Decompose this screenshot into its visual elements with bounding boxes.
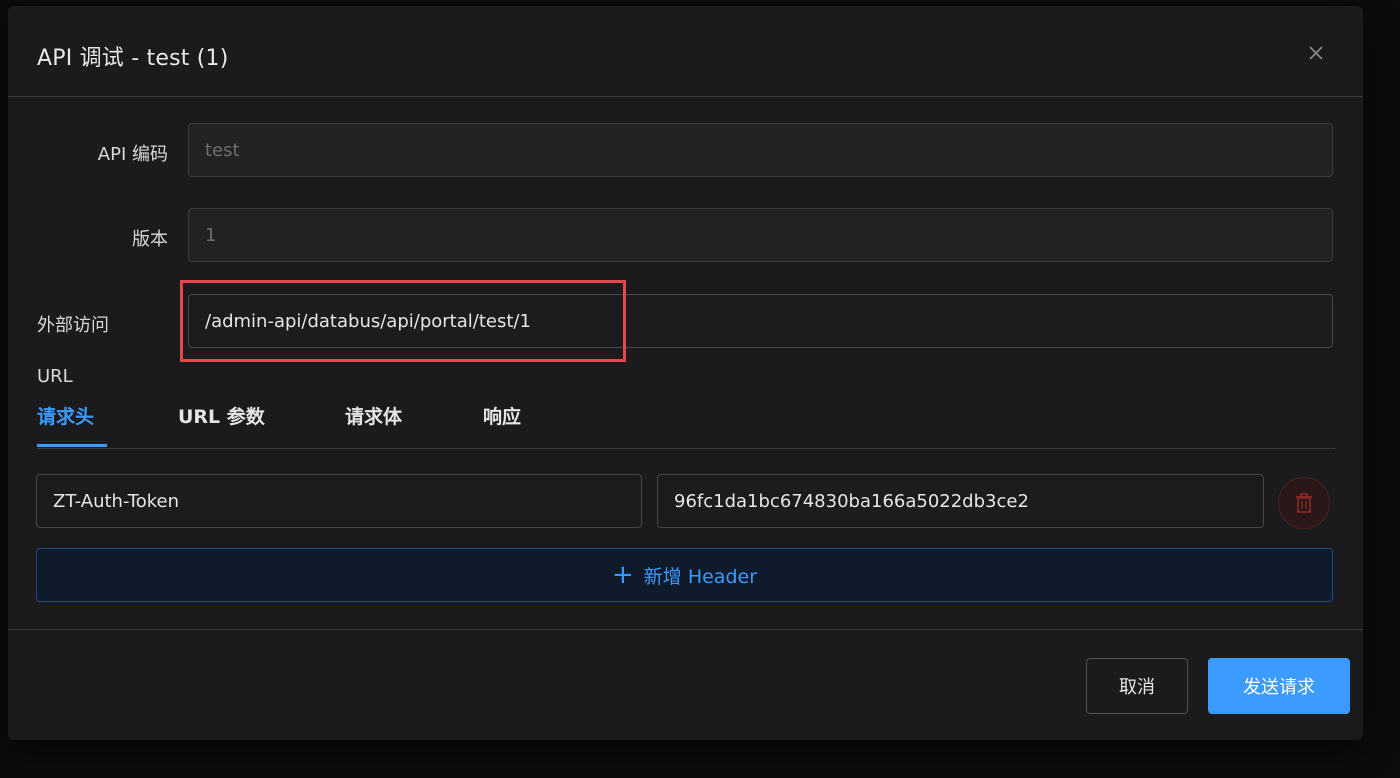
close-icon [1309, 46, 1323, 60]
tab-headers[interactable]: 请求头 [37, 402, 94, 429]
send-request-button[interactable]: 发送请求 [1208, 658, 1350, 714]
active-tab-indicator [37, 444, 107, 447]
version-input[interactable]: 1 [188, 208, 1333, 262]
dialog-title: API 调试 - test (1) [37, 46, 229, 71]
add-header-button[interactable]: + 新增 Header [36, 548, 1333, 602]
close-button[interactable] [1305, 42, 1327, 64]
external-url-label-line2: URL [37, 366, 73, 387]
api-code-input[interactable]: test [188, 123, 1333, 177]
screen: API 调试 - test (1) API 编码 test 版本 1 外部访问 … [0, 0, 1400, 778]
api-debug-dialog: API 调试 - test (1) API 编码 test 版本 1 外部访问 … [8, 6, 1363, 740]
request-tabs: 请求头 URL 参数 请求体 响应 [37, 398, 1335, 449]
api-code-label: API 编码 [97, 144, 168, 165]
external-url-label-line1: 外部访问 [37, 315, 109, 336]
plus-icon: + [611, 560, 634, 590]
version-label: 版本 [132, 229, 168, 250]
tab-response[interactable]: 响应 [483, 402, 521, 429]
header-value-input[interactable]: 96fc1da1bc674830ba166a5022db3ce2 [657, 474, 1264, 528]
tab-url-params[interactable]: URL 参数 [178, 402, 265, 429]
external-url-input[interactable]: /admin-api/databus/api/portal/test/1 [188, 294, 1333, 348]
trash-icon [1296, 493, 1312, 513]
dialog-header: API 调试 - test (1) [8, 6, 1363, 97]
add-header-label: 新增 Header [643, 565, 758, 588]
delete-header-button[interactable] [1278, 477, 1330, 529]
tab-body[interactable]: 请求体 [345, 402, 402, 429]
cancel-button[interactable]: 取消 [1086, 658, 1188, 714]
footer-divider [8, 629, 1363, 630]
header-key-input[interactable]: ZT-Auth-Token [36, 474, 642, 528]
